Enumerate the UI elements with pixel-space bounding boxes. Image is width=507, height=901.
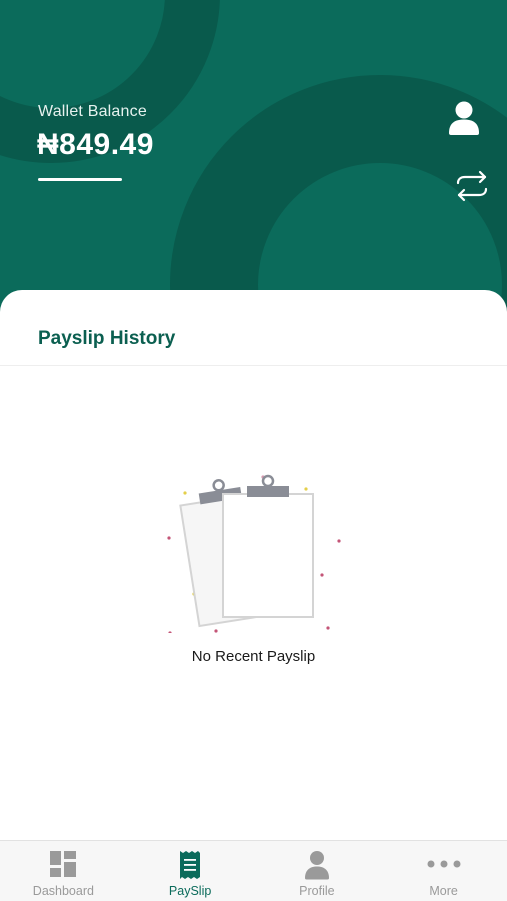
nav-item-profile[interactable]: Profile xyxy=(254,841,381,901)
nav-label: Profile xyxy=(299,884,335,898)
nav-item-payslip[interactable]: PaySlip xyxy=(127,841,254,901)
nav-item-more[interactable]: More xyxy=(380,841,507,901)
wallet-header: Wallet Balance ₦849.49 xyxy=(0,0,507,320)
divider xyxy=(0,365,507,366)
user-icon[interactable] xyxy=(447,100,481,136)
user-icon xyxy=(304,851,329,880)
bottom-navigation: Dashboard PaySlip Profile More xyxy=(0,840,507,901)
wallet-balance-label: Wallet Balance xyxy=(38,103,147,120)
nav-label: More xyxy=(429,884,458,898)
receipt-icon xyxy=(180,851,201,879)
wallet-balance-amount: ₦849.49 xyxy=(37,128,154,161)
more-dots-icon xyxy=(427,860,461,868)
wallet-balance-underline xyxy=(38,178,122,181)
nav-item-dashboard[interactable]: Dashboard xyxy=(0,841,127,901)
payslip-history-card: Payslip History No Recent Payslip xyxy=(0,290,507,850)
nav-label: PaySlip xyxy=(168,884,212,898)
empty-state-message: No Recent Payslip xyxy=(191,648,316,665)
swap-arrows-icon[interactable] xyxy=(454,170,490,202)
clipboard-icon xyxy=(167,474,341,633)
payslip-history-title: Payslip History xyxy=(38,328,176,349)
dashboard-icon xyxy=(50,851,77,877)
nav-label: Dashboard xyxy=(32,884,94,898)
